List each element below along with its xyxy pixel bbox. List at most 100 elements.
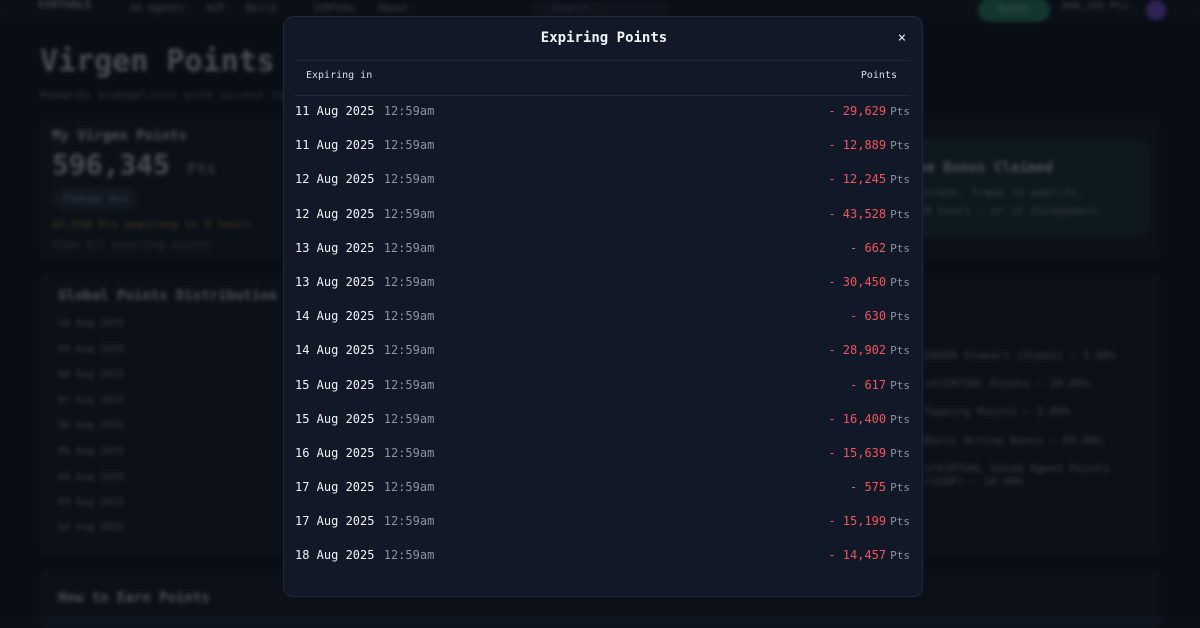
row-unit: Pts <box>890 481 910 495</box>
row-time: 12:59am <box>383 240 435 255</box>
row-points-value: - 662 <box>850 240 887 255</box>
expiring-points-list: 11 Aug 2025 12:59am - 29,629 Pts 11 Aug 2… <box>284 96 924 575</box>
row-points-value: - 30,450 <box>828 274 887 289</box>
row-unit: Pts <box>890 446 910 460</box>
row-unit: Pts <box>890 344 910 358</box>
row-amount: - 16,400 Pts <box>828 412 910 426</box>
row-time: 12:59am <box>383 514 435 529</box>
row-unit: Pts <box>890 275 910 289</box>
row-time: 12:59am <box>383 445 435 460</box>
row-datetime: 12 Aug 2025 12:59am <box>295 207 434 221</box>
row-unit: Pts <box>890 412 910 426</box>
row-time: 12:59am <box>383 480 435 495</box>
row-time: 12:59am <box>383 377 435 392</box>
table-row: 16 Aug 2025 12:59am - 15,639 Pts <box>284 438 924 472</box>
row-datetime: 14 Aug 2025 12:59am <box>295 309 434 323</box>
row-points-value: - 12,245 <box>828 172 887 187</box>
row-points-value: - 29,629 <box>828 104 887 118</box>
row-points-value: - 15,639 <box>828 445 887 460</box>
row-date: 13 Aug 2025 <box>295 274 375 289</box>
row-datetime: 17 Aug 2025 12:59am <box>295 514 434 528</box>
row-time: 12:59am <box>383 411 435 426</box>
row-amount: - 662 Pts <box>850 241 910 255</box>
row-amount: - 575 Pts <box>850 480 910 494</box>
row-datetime: 15 Aug 2025 12:59am <box>295 412 434 426</box>
row-points-value: - 12,889 <box>828 138 887 153</box>
row-datetime: 14 Aug 2025 12:59am <box>295 343 434 357</box>
row-datetime: 13 Aug 2025 12:59am <box>295 241 434 255</box>
table-row: 11 Aug 2025 12:59am - 29,629 Pts <box>284 96 924 130</box>
modal-title: Expiring Points <box>540 30 668 46</box>
row-date: 15 Aug 2025 <box>295 377 375 392</box>
row-time: 12:59am <box>383 206 435 221</box>
row-date: 12 Aug 2025 <box>295 206 375 221</box>
row-unit: Pts <box>890 105 910 118</box>
row-points-value: - 617 <box>850 377 887 392</box>
row-unit: Pts <box>890 207 910 221</box>
table-row: 15 Aug 2025 12:59am - 16,400 Pts <box>284 404 924 438</box>
row-unit: Pts <box>890 173 910 187</box>
table-row: 14 Aug 2025 12:59am - 630 Pts <box>284 301 924 335</box>
row-datetime: 18 Aug 2025 12:59am <box>295 548 434 562</box>
row-points-value: - 630 <box>850 309 887 324</box>
row-datetime: 11 Aug 2025 12:59am <box>295 138 434 152</box>
table-row: 11 Aug 2025 12:59am - 12,889 Pts <box>284 130 924 164</box>
row-unit: Pts <box>890 310 910 324</box>
row-points-value: - 16,400 <box>828 411 887 426</box>
table-row: 12 Aug 2025 12:59am - 12,245 Pts <box>284 164 924 198</box>
table-row: 17 Aug 2025 12:59am - 575 Pts <box>284 472 924 506</box>
row-date: 15 Aug 2025 <box>295 411 375 426</box>
row-unit: Pts <box>890 139 910 153</box>
row-points-value: - 575 <box>850 480 887 495</box>
row-unit: Pts <box>890 241 910 255</box>
row-datetime: 17 Aug 2025 12:59am <box>295 480 434 494</box>
row-datetime: 12 Aug 2025 12:59am <box>295 172 434 186</box>
row-unit: Pts <box>890 549 910 563</box>
row-points-value: - 28,902 <box>828 343 887 358</box>
row-amount: - 630 Pts <box>850 309 910 323</box>
table-row: 17 Aug 2025 12:59am - 15,199 Pts <box>284 506 924 540</box>
row-date: 17 Aug 2025 <box>295 480 375 495</box>
row-time: 12:59am <box>383 548 435 563</box>
row-unit: Pts <box>890 515 910 529</box>
row-date: 16 Aug 2025 <box>295 445 375 460</box>
row-time: 12:59am <box>383 274 435 289</box>
row-points-value: - 15,199 <box>828 514 887 529</box>
row-time: 12:59am <box>383 172 435 187</box>
row-amount: - 28,902 Pts <box>828 343 910 357</box>
row-amount: - 29,629 Pts <box>828 104 910 118</box>
row-time: 12:59am <box>383 138 435 153</box>
row-date: 12 Aug 2025 <box>295 172 375 187</box>
header-divider <box>294 60 910 61</box>
close-icon[interactable]: × <box>892 29 912 49</box>
row-time: 12:59am <box>383 104 435 118</box>
row-amount: - 617 Pts <box>850 378 910 392</box>
row-date: 18 Aug 2025 <box>295 548 375 563</box>
table-row: 15 Aug 2025 12:59am - 617 Pts <box>284 370 924 404</box>
row-date: 11 Aug 2025 <box>295 138 375 153</box>
row-amount: - 15,199 Pts <box>828 514 910 528</box>
table-row: 13 Aug 2025 12:59am - 30,450 Pts <box>284 267 924 301</box>
row-datetime: 15 Aug 2025 12:59am <box>295 378 434 392</box>
row-time: 12:59am <box>383 343 435 358</box>
row-amount: - 12,889 Pts <box>828 138 910 152</box>
table-row: 18 Aug 2025 12:59am - 14,457 Pts <box>284 540 924 574</box>
row-amount: - 15,639 Pts <box>828 446 910 460</box>
row-amount: - 14,457 Pts <box>828 548 910 562</box>
row-amount: - 12,245 Pts <box>828 172 910 186</box>
row-date: 11 Aug 2025 <box>295 104 375 118</box>
expiring-points-modal: Expiring Points × Expiring in Points 11 … <box>283 16 923 597</box>
row-time: 12:59am <box>383 309 435 324</box>
row-date: 14 Aug 2025 <box>295 309 375 324</box>
row-datetime: 16 Aug 2025 12:59am <box>295 446 434 460</box>
row-unit: Pts <box>890 378 910 392</box>
row-datetime: 13 Aug 2025 12:59am <box>295 275 434 289</box>
table-row: 14 Aug 2025 12:59am - 28,902 Pts <box>284 335 924 369</box>
column-header-points: Points <box>860 70 897 81</box>
row-points-value: - 14,457 <box>828 548 887 563</box>
row-amount: - 30,450 Pts <box>828 275 910 289</box>
row-points-value: - 43,528 <box>828 206 887 221</box>
column-header-expiring: Expiring in <box>306 70 373 81</box>
row-date: 13 Aug 2025 <box>295 240 375 255</box>
row-date: 14 Aug 2025 <box>295 343 375 358</box>
